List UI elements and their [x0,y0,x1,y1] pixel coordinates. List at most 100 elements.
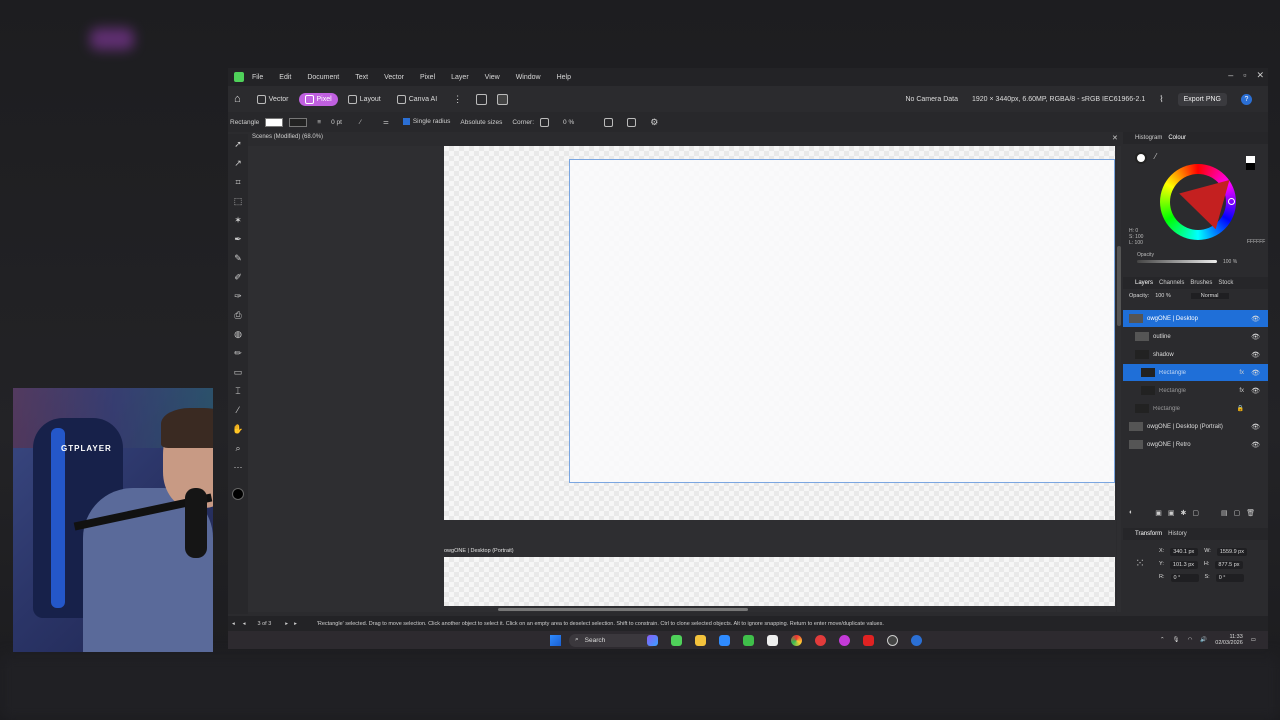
fill-tool-icon[interactable]: ◍ [232,328,244,340]
corner-type-icon[interactable] [540,117,550,127]
absolute-sizes-option[interactable]: Absolute sizes [460,119,502,126]
persona-layout[interactable]: Layout [342,93,387,106]
colour-triangle[interactable] [1179,180,1241,236]
tab-colour[interactable]: Colour [1168,135,1186,141]
blend-mode[interactable]: Normal [1190,293,1229,299]
menu-edit[interactable]: Edit [279,74,291,81]
next-page-icon[interactable]: ▸ [285,621,288,627]
file-explorer-icon[interactable] [695,634,706,646]
gradient-tool-icon[interactable]: ✏ [232,347,244,359]
windows-start-icon[interactable] [550,634,561,646]
wifi-icon[interactable]: ◠ [1188,637,1193,643]
anchor-grid-icon[interactable]: ⁙ [1135,556,1145,570]
transform-icon[interactable] [627,117,637,127]
menu-file[interactable]: File [252,74,263,81]
layer-row[interactable]: owgONE | Retro 👁 [1123,436,1268,453]
menu-document[interactable]: Document [307,74,339,81]
tab-histogram[interactable]: Histogram [1135,135,1162,141]
corner-percent[interactable]: 0 % [563,119,574,126]
eye-icon[interactable]: 👁 [1251,423,1260,431]
affinity-app-icon[interactable] [743,634,754,646]
obs-icon[interactable] [887,634,898,646]
selected-rectangle[interactable] [569,159,1115,483]
layer-row[interactable]: Rectangle 🔒 [1123,400,1268,417]
export-button[interactable]: Export PNG [1177,92,1227,106]
menu-view[interactable]: View [485,74,500,81]
notion-icon[interactable] [767,634,778,646]
canvas-area[interactable]: owgONE | Desktop (Portrait) [248,146,1116,612]
eye-icon[interactable]: 👁 [1251,315,1260,323]
volume-icon[interactable]: 🔊 [1200,637,1207,643]
minimize-icon[interactable]: – [1228,70,1233,81]
layer-row[interactable]: owgONE | Desktop (Portrait) 👁 [1123,418,1268,435]
x-field[interactable]: 340.1 px [1170,548,1199,556]
move-tool-icon[interactable]: ➚ [232,138,244,150]
gear-icon[interactable]: ⚙ [650,117,658,128]
chrome-icon[interactable] [791,634,802,646]
layer-row[interactable]: Rectangle fx 👁 [1123,364,1268,381]
options-icon[interactable]: ⚌ [383,118,389,126]
close-document-icon[interactable]: ✕ [1112,134,1118,142]
new-layer-icon[interactable]: ▤ [1221,509,1228,517]
trash-icon[interactable]: 🗑 [1246,509,1255,517]
fx-icon[interactable]: fx [1239,388,1244,394]
eye-icon[interactable]: 👁 [1251,333,1260,341]
vscode-icon[interactable] [719,634,730,646]
tab-history[interactable]: History [1168,531,1187,537]
stroke-swatch[interactable] [289,117,308,127]
last-page-icon[interactable]: ▸ [294,621,297,627]
shear-field[interactable]: 0 ° [1215,574,1244,582]
steam-icon[interactable] [911,634,922,646]
more-tools-icon[interactable]: ⋯ [232,461,244,473]
stroke-width[interactable]: 0 pt [331,119,342,126]
pen-icon[interactable]: ⁄ [360,119,361,126]
hand-tool-icon[interactable]: ✋ [232,423,244,435]
notification-icon[interactable]: ▭ [1251,637,1256,643]
pixel-layer-icon[interactable]: ▢ [1192,509,1199,517]
zoom-tool-icon[interactable]: ⌕ [232,442,244,454]
assistant-icon[interactable] [476,93,488,105]
copilot-icon[interactable] [647,634,658,646]
black-white-swatch[interactable] [1246,156,1255,170]
lock-icon[interactable]: 🔒 [1237,405,1244,412]
affinity-taskbar-icon[interactable] [671,634,682,646]
node-tool-icon[interactable]: ↗ [232,157,244,169]
brush-tool-icon[interactable]: ✐ [232,271,244,283]
mic-icon[interactable]: 🎙 [1173,637,1180,643]
eye-icon[interactable]: 👁 [1251,387,1260,395]
taskbar-search[interactable]: ⌕ Search [569,633,657,647]
colour-wheel[interactable] [1160,164,1241,240]
persona-canva-ai[interactable]: Canva AI [391,93,443,106]
menu-text[interactable]: Text [355,74,368,81]
artboard-portrait[interactable] [444,557,1115,606]
eye-icon[interactable]: 👁 [1251,441,1260,449]
eyedropper-icon[interactable]: ⁄ [1155,152,1156,161]
duplicate-icon[interactable]: ▢ [1234,509,1241,517]
menu-pixel[interactable]: Pixel [420,74,435,81]
horizontal-scroll-thumb[interactable] [498,608,748,611]
w-field[interactable]: 1559.9 px [1216,548,1247,556]
tab-transform[interactable]: Transform [1135,531,1162,537]
rectangle-tool-icon[interactable]: ▭ [232,366,244,378]
pen-tool-icon[interactable]: ✒ [232,233,244,245]
color-chip-icon[interactable] [232,488,244,500]
layer-row[interactable]: shadow 👁 [1123,346,1268,363]
fx-icon[interactable]: fx [1239,370,1244,376]
maximize-icon[interactable]: ▫ [1243,70,1246,81]
fill-stroke-icon[interactable] [1135,152,1147,164]
single-radius-option[interactable]: Single radius [402,118,450,126]
opacity-slider[interactable] [1137,260,1217,263]
menu-layer[interactable]: Layer [451,74,469,81]
tab-stock[interactable]: Stock [1218,280,1233,286]
app-mark-icon[interactable]: ⌂ [234,93,241,105]
help-icon[interactable]: ? [1241,93,1252,105]
fill-swatch[interactable] [265,117,284,127]
layer-row[interactable]: outline 👁 [1123,328,1268,345]
align-icon[interactable] [604,117,614,127]
layer-row[interactable]: Rectangle fx 👁 [1123,382,1268,399]
eyedropper-tool-icon[interactable]: ⁄ [232,404,244,416]
tab-channels[interactable]: Channels [1159,280,1184,286]
scroll-thumb[interactable] [1117,246,1121,326]
tab-layers[interactable]: Layers [1135,280,1153,286]
pencil-tool-icon[interactable]: ✎ [232,252,244,264]
